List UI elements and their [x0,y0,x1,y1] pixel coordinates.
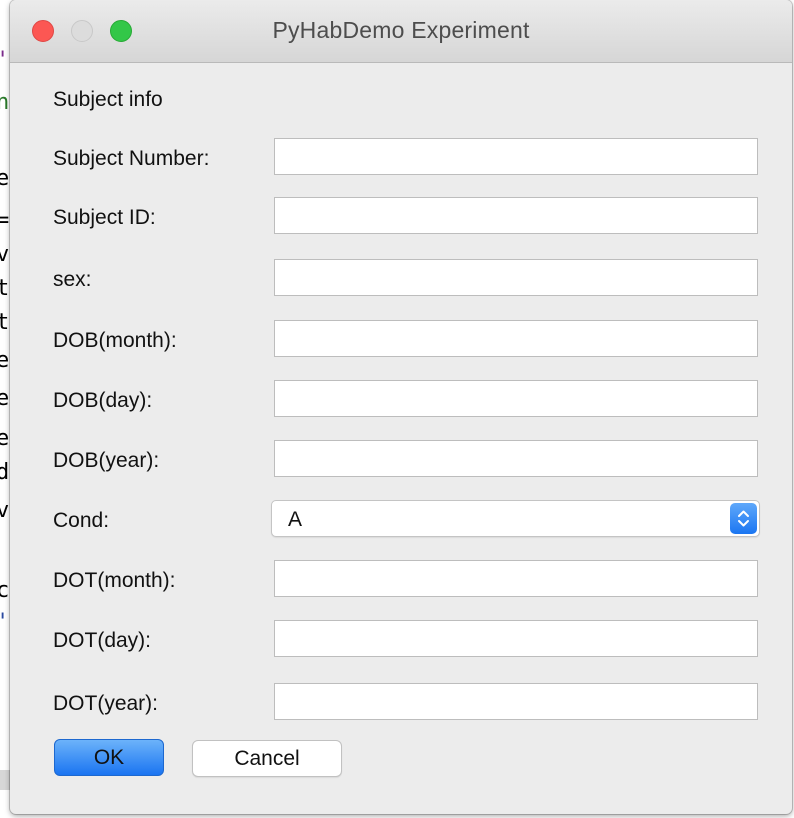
cond-select[interactable]: A [271,500,760,537]
dot-year-field[interactable] [274,683,758,720]
title-bar[interactable]: PyHabDemo Experiment [10,0,792,63]
form-row-dot-month: DOT(month): [10,560,792,600]
form-row-subject-id: Subject ID: [10,197,792,237]
cond-label: Cond: [53,509,110,532]
cancel-button[interactable]: Cancel [192,740,342,777]
dob-month-field[interactable] [274,320,758,357]
cond-selected-value: A [288,508,303,531]
subject-number-label: Subject Number: [53,147,210,170]
dob-month-label: DOB(month): [53,329,177,352]
dot-day-field[interactable] [274,620,758,657]
dob-day-label: DOB(day): [53,389,153,412]
form-row-dot-day: DOT(day): [10,620,792,660]
dob-year-label: DOB(year): [53,449,160,472]
dot-day-label: DOT(day): [53,629,152,652]
form-heading: Subject info [53,88,163,111]
sex-field[interactable] [274,259,758,296]
dialog-content: Subject info Subject Number: Subject ID:… [10,63,792,814]
form-row-dob-month: DOB(month): [10,320,792,360]
subject-id-label: Subject ID: [53,206,156,229]
form-row-cond: Cond: A [10,500,792,540]
sex-label: sex: [53,268,92,291]
window-title: PyHabDemo Experiment [272,17,530,43]
dot-month-label: DOT(month): [53,569,176,592]
form-row-subject-number: Subject Number: [10,138,792,178]
dob-day-field[interactable] [274,380,758,417]
up-down-chevron-icon[interactable] [730,503,757,534]
subject-number-field[interactable] [274,138,758,175]
dob-year-field[interactable] [274,440,758,477]
dot-month-field[interactable] [274,560,758,597]
form-row-sex: sex: [10,259,792,299]
form-row-dob-year: DOB(year): [10,440,792,480]
dot-year-label: DOT(year): [53,692,158,715]
dialog-window: PyHabDemo Experiment Subject info Subjec… [10,0,792,814]
form-row-dot-year: DOT(year): [10,683,792,723]
subject-id-field[interactable] [274,197,758,234]
ok-button[interactable]: OK [54,739,164,776]
form-row-dob-day: DOB(day): [10,380,792,420]
